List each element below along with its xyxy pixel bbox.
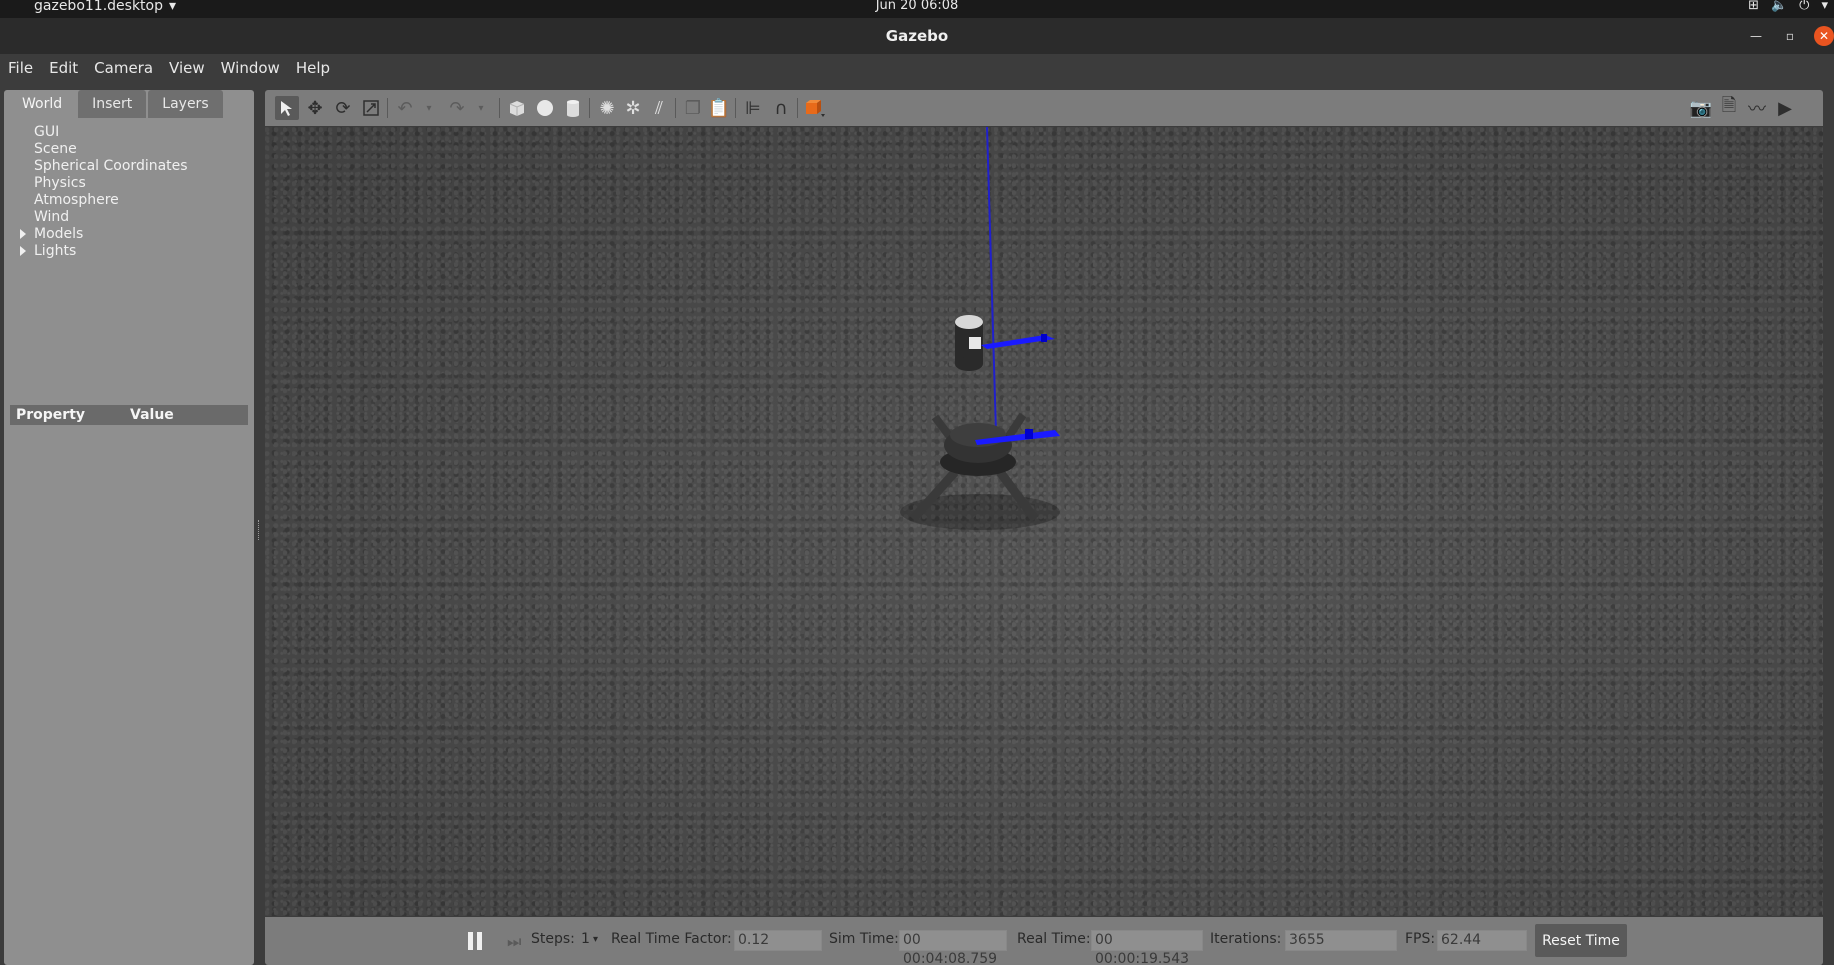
iterations-field: 3655 [1285,930,1397,951]
menu-edit[interactable]: Edit [49,59,78,77]
menu-bar: File Edit Camera View Window Help [0,54,1834,82]
expand-arrow-icon[interactable] [20,246,26,256]
menu-camera[interactable]: Camera [94,59,153,77]
tab-world[interactable]: World [8,90,77,118]
system-top-bar: gazebo11.desktop ▾ Jun 20 06:08 ⊞ 🔈 ⏻ ▾ [0,0,1834,18]
step-icon[interactable]: ⏭ [507,932,521,952]
tree-item-spherical-coordinates[interactable]: Spherical Coordinates [4,158,254,175]
plot-icon[interactable]: 〰 [1745,96,1769,120]
window-title-bar: Gazebo — ▫ ✕ [0,18,1834,54]
tree-item-physics[interactable]: Physics [4,175,254,192]
system-clock[interactable]: Jun 20 06:08 [0,0,1834,13]
toolbar-separator [797,98,798,118]
real-time-factor-field: 0.12 [734,930,822,951]
rotate-icon[interactable]: ⟳ [331,96,355,120]
tray-chevron-down-icon[interactable]: ▾ [1821,0,1828,13]
toolbar-separator [675,98,676,118]
paste-icon[interactable]: 📋 [707,96,731,120]
toolbar-separator [735,98,736,118]
left-panel: World Insert Layers GUI Scene Spherical … [4,90,254,965]
world-tree: GUI Scene Spherical Coordinates Physics … [4,124,254,260]
pause-button[interactable] [468,932,484,950]
value-column-header: Value [130,407,174,423]
tree-item-wind[interactable]: Wind [4,209,254,226]
spot-light-icon[interactable]: ✲ [621,96,645,120]
drone-model[interactable] [900,315,1060,530]
redo-dropdown-icon[interactable]: ▾ [469,96,493,120]
3d-viewport[interactable] [265,127,1823,916]
expand-arrow-icon[interactable] [20,229,26,239]
steps-dropdown-icon[interactable]: ▾ [593,934,598,945]
bottom-status-bar: ⏭ Steps: 1 ▾ Real Time Factor: 0.12 Sim … [265,917,1823,965]
cylinder-icon[interactable] [561,96,585,120]
undo-icon[interactable]: ↶ [393,96,417,120]
main-toolbar: ✥ ⟳ ↶ ▾ ↷ ▾ ✺ ✲ ⫽ ❐ 📋 ⊫ ∩ 📷 🗎 〰 ▶ [265,90,1823,126]
z-axis-line [986,127,998,468]
screenshot-icon[interactable]: 📷 [1689,96,1713,120]
property-column-header: Property [16,407,86,423]
toolbar-separator [387,98,388,118]
sphere-icon[interactable] [533,96,557,120]
property-table-header: Property Value [10,405,248,425]
tree-item-scene[interactable]: Scene [4,141,254,158]
network-icon[interactable]: ⊞ [1748,0,1759,13]
close-button[interactable]: ✕ [1814,26,1834,46]
log-icon[interactable]: 🗎 [1717,95,1741,120]
left-panel-tabs: World Insert Layers [8,90,223,118]
real-time-label: Real Time: [1017,931,1091,947]
directional-light-icon[interactable]: ⫽ [647,96,671,120]
fps-label: FPS: [1405,931,1436,947]
vertical-splitter-handle[interactable] [258,520,262,540]
window-controls: — ▫ ✕ [1746,26,1834,46]
window-title: Gazebo [885,27,949,45]
view-angle-icon[interactable] [803,96,827,120]
iterations-label: Iterations: [1210,931,1282,947]
tree-item-gui[interactable]: GUI [4,124,254,141]
tree-item-atmosphere[interactable]: Atmosphere [4,192,254,209]
sim-time-field: 00 00:04:08.759 [899,930,1007,965]
magnet-icon[interactable]: ∩ [769,96,793,120]
toolbar-separator [589,98,590,118]
translate-icon[interactable]: ✥ [303,96,327,120]
system-tray[interactable]: ⊞ 🔈 ⏻ ▾ [1748,0,1828,13]
scale-icon[interactable] [359,96,383,120]
undo-dropdown-icon[interactable]: ▾ [417,96,441,120]
steps-value[interactable]: 1 [581,931,590,947]
select-icon[interactable] [275,96,299,120]
menu-window[interactable]: Window [221,59,280,77]
menu-help[interactable]: Help [296,59,330,77]
align-icon[interactable]: ⊫ [741,96,765,120]
sim-time-label: Sim Time: [829,931,899,947]
volume-icon[interactable]: 🔈 [1771,0,1787,13]
minimize-button[interactable]: — [1746,26,1766,46]
box-icon[interactable] [505,96,529,120]
scene-render [900,127,1060,530]
tab-layers[interactable]: Layers [148,90,223,118]
tab-insert[interactable]: Insert [78,90,147,118]
real-time-factor-label: Real Time Factor: [611,931,732,947]
menu-view[interactable]: View [169,59,205,77]
real-time-field: 00 00:00:19.543 [1091,930,1203,965]
reset-time-button[interactable]: Reset Time [1535,924,1627,957]
fps-field: 62.44 [1437,930,1527,951]
power-icon[interactable]: ⏻ [1799,0,1809,13]
menu-file[interactable]: File [8,59,33,77]
toolbar-separator [499,98,500,118]
redo-icon[interactable]: ↷ [445,96,469,120]
tree-item-models[interactable]: Models [4,226,254,243]
maximize-button[interactable]: ▫ [1780,26,1800,46]
record-video-icon[interactable]: ▶ [1773,96,1797,120]
tree-item-lights[interactable]: Lights [4,243,254,260]
steps-label: Steps: [531,931,575,947]
copy-icon[interactable]: ❐ [681,96,705,120]
point-light-icon[interactable]: ✺ [595,96,619,120]
